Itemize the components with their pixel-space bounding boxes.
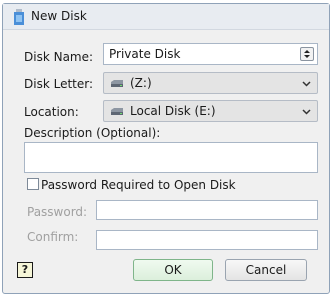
cancel-button[interactable]: Cancel bbox=[225, 259, 307, 281]
location-label: Location: bbox=[24, 105, 79, 119]
disk-letter-select[interactable]: (Z:) bbox=[103, 72, 318, 94]
chevron-down-icon bbox=[302, 109, 311, 115]
description-field[interactable] bbox=[24, 142, 318, 173]
hard-drive-icon bbox=[111, 80, 123, 87]
disk-name-value: Private Disk bbox=[109, 47, 181, 61]
disk-letter-label: Disk Letter: bbox=[24, 77, 94, 91]
help-icon[interactable]: ? bbox=[17, 262, 33, 278]
new-disk-dialog: New Disk Disk Name: Private Disk Disk Le… bbox=[2, 3, 330, 294]
titlebar: New Disk bbox=[3, 4, 329, 30]
password-required-label[interactable]: Password Required to Open Disk bbox=[41, 178, 236, 192]
password-field[interactable] bbox=[96, 200, 318, 220]
description-label: Description (Optional): bbox=[24, 126, 161, 140]
password-label: Password: bbox=[27, 205, 88, 219]
password-required-checkbox[interactable] bbox=[27, 178, 39, 190]
hard-drive-icon bbox=[111, 108, 123, 115]
disk-name-field[interactable]: Private Disk bbox=[103, 43, 318, 65]
ok-button[interactable]: OK bbox=[133, 259, 213, 281]
location-value: Local Disk (E:) bbox=[130, 104, 216, 118]
disk-app-icon bbox=[14, 9, 24, 25]
confirm-field[interactable] bbox=[96, 230, 318, 250]
disk-letter-value: (Z:) bbox=[130, 76, 152, 90]
confirm-label: Confirm: bbox=[27, 230, 79, 244]
window-title: New Disk bbox=[31, 9, 87, 23]
disk-name-label: Disk Name: bbox=[24, 50, 94, 64]
chevron-down-icon bbox=[302, 81, 311, 87]
spin-updown-icon[interactable] bbox=[300, 47, 314, 61]
location-select[interactable]: Local Disk (E:) bbox=[103, 100, 318, 122]
